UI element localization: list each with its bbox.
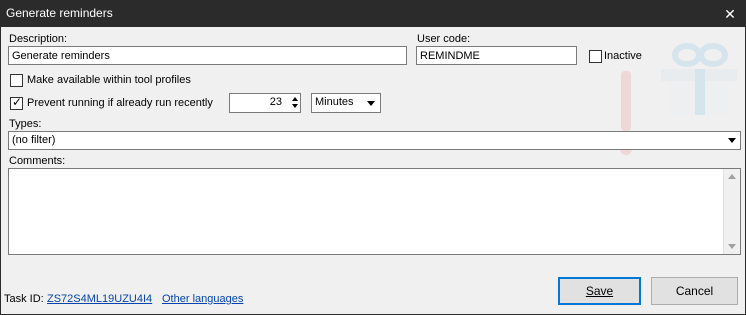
close-icon[interactable]: ✕ <box>715 1 745 27</box>
recent-run-value: 23 <box>269 96 282 108</box>
time-unit-value: Minutes <box>315 96 354 108</box>
chevron-down-icon <box>367 101 375 106</box>
types-label: Types: <box>9 118 42 130</box>
scroll-up-icon[interactable] <box>728 174 736 179</box>
save-button-label: Save <box>585 284 614 298</box>
cancel-button[interactable]: Cancel <box>651 277 738 305</box>
save-button[interactable]: Save <box>558 277 641 305</box>
description-label: Description: <box>9 33 68 45</box>
chevron-down-icon <box>728 138 736 143</box>
inactive-checkbox[interactable] <box>589 50 602 63</box>
stepper-up-icon[interactable] <box>292 97 298 101</box>
comments-scrollbar[interactable] <box>723 169 740 254</box>
scroll-down-icon[interactable] <box>728 244 736 249</box>
task-id-link[interactable]: ZS72S4ML19UZU4I4 <box>47 293 152 305</box>
make-available-label: Make available within tool profiles <box>27 74 191 86</box>
types-value: (no filter) <box>12 134 56 146</box>
task-id-label: Task ID: <box>4 293 44 305</box>
title-bar[interactable]: Generate reminders ✕ <box>1 1 745 27</box>
comments-textarea[interactable] <box>8 168 741 255</box>
stepper-down-icon[interactable] <box>292 104 298 108</box>
recent-run-stepper[interactable]: 23 <box>229 93 301 113</box>
user-code-input[interactable] <box>416 46 577 65</box>
make-available-checkbox[interactable] <box>10 74 23 87</box>
dialog-window: Generate reminders ✕ Description: User c… <box>0 0 746 315</box>
window-title: Generate reminders <box>6 6 113 20</box>
other-languages-link[interactable]: Other languages <box>162 293 243 305</box>
prevent-running-label: Prevent running if already run recently <box>27 97 213 109</box>
time-unit-select[interactable]: Minutes <box>311 93 381 113</box>
prevent-running-checkbox[interactable] <box>10 95 23 110</box>
inactive-label: Inactive <box>604 50 642 62</box>
comments-label: Comments: <box>9 155 66 167</box>
user-code-label: User code: <box>417 33 471 45</box>
description-input[interactable] <box>8 46 407 65</box>
types-select[interactable]: (no filter) <box>8 131 741 150</box>
cancel-button-label: Cancel <box>675 284 714 298</box>
